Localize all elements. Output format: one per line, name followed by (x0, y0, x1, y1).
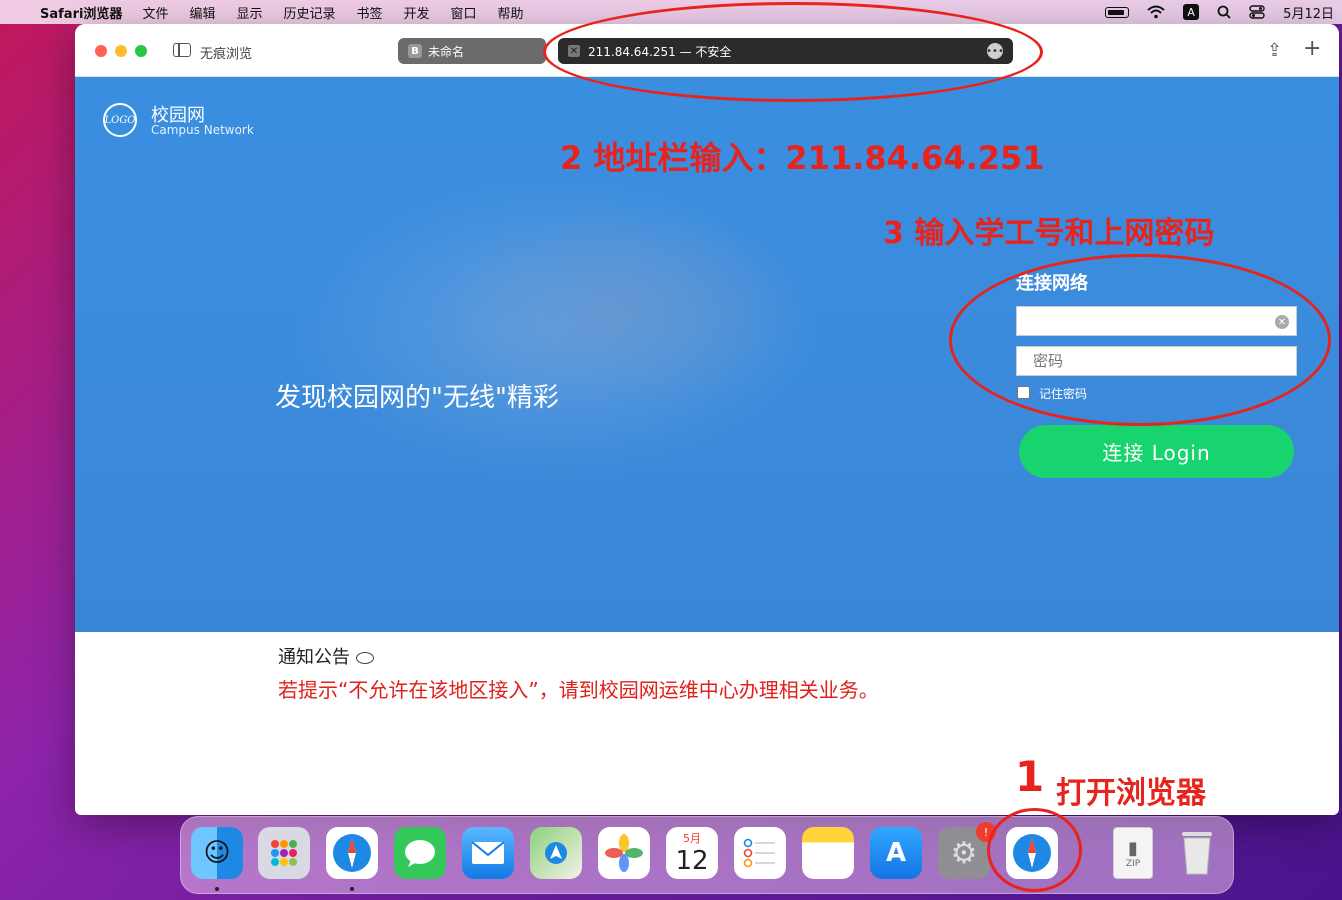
annotation-step-1-text: 打开浏览器 (1056, 776, 1206, 811)
menu-file[interactable]: 文件 (142, 3, 168, 22)
wifi-icon[interactable] (1147, 5, 1165, 19)
annotation-step-2: 2 地址栏输入：211.84.64.251 (560, 139, 1045, 177)
input-method-icon[interactable]: A (1183, 4, 1200, 20)
running-indicator (215, 887, 219, 891)
app-store-icon[interactable]: A (870, 827, 922, 879)
menu-view[interactable]: 显示 (236, 3, 262, 22)
notice-text: 若提示“不允许在该地区接入”，请到校园网运维中心办理相关业务。 (278, 678, 879, 702)
calendar-month: 5月 (683, 832, 701, 845)
close-window-button[interactable] (95, 45, 107, 57)
notice-title: 通知公告 (278, 647, 350, 668)
finder-icon[interactable]: ☺ (191, 827, 243, 879)
logo-icon: LOGO (103, 103, 137, 137)
menu-bookmarks[interactable]: 书签 (357, 3, 383, 22)
tab-favicon: B (408, 44, 422, 58)
annotation-ring-address (543, 2, 1043, 102)
login-button[interactable]: 连接 Login (1019, 425, 1294, 478)
notice-heading: 通知公告 (278, 643, 374, 669)
zoom-window-button[interactable] (135, 45, 147, 57)
photos-icon[interactable] (598, 827, 650, 879)
messages-icon[interactable] (394, 827, 446, 879)
mail-icon[interactable] (462, 827, 514, 879)
menu-help[interactable]: 帮助 (498, 3, 524, 22)
safari-icon[interactable] (326, 827, 378, 879)
annotation-ring-login (949, 254, 1331, 426)
reminders-icon[interactable] (734, 827, 786, 879)
menu-history[interactable]: 历史记录 (283, 3, 335, 22)
calendar-icon[interactable]: 5月 12 (666, 827, 718, 879)
launchpad-icon[interactable] (258, 827, 310, 879)
hero-slogan: 发现校园网的"无线"精彩 (275, 383, 559, 413)
private-browsing-label: 无痕浏览 (200, 47, 253, 62)
new-tab-icon[interactable]: + (1303, 36, 1321, 61)
zip-label: ZIP (1125, 858, 1141, 869)
control-center-icon[interactable] (1249, 5, 1265, 19)
spotlight-search-icon[interactable] (1217, 5, 1231, 19)
trash-icon[interactable] (1171, 827, 1223, 879)
menu-window[interactable]: 窗口 (451, 3, 477, 22)
annotation-ring-safari (987, 808, 1082, 892)
maps-icon[interactable] (530, 827, 582, 879)
menu-clock[interactable]: 5月12日 (1283, 3, 1334, 22)
running-indicator (350, 887, 354, 891)
tab-title: 未命名 (428, 44, 465, 59)
tab-untitled[interactable]: B 未命名 (398, 38, 546, 64)
logo-subtitle: Campus Network (151, 123, 254, 137)
sidebar-toggle-icon[interactable] (173, 43, 191, 57)
speech-bubble-icon (356, 652, 374, 664)
calendar-day: 12 (675, 846, 709, 876)
annotation-step-1-number: 1 (1015, 752, 1045, 801)
minimize-window-button[interactable] (115, 45, 127, 57)
menu-extras: A 5月12日 (1105, 0, 1334, 24)
menu-edit[interactable]: 编辑 (189, 3, 215, 22)
battery-icon[interactable] (1105, 6, 1130, 18)
menu-app-name[interactable]: Safari浏览器 (40, 3, 122, 22)
share-icon[interactable]: ⇪ (1267, 40, 1282, 61)
zip-archive-icon[interactable]: ▮ ZIP (1113, 827, 1153, 879)
menu-develop[interactable]: 开发 (404, 3, 430, 22)
annotation-step-3: 3 输入学工号和上网密码 (883, 216, 1215, 251)
notes-icon[interactable] (802, 827, 854, 879)
zipper-icon: ▮ (1128, 837, 1138, 859)
